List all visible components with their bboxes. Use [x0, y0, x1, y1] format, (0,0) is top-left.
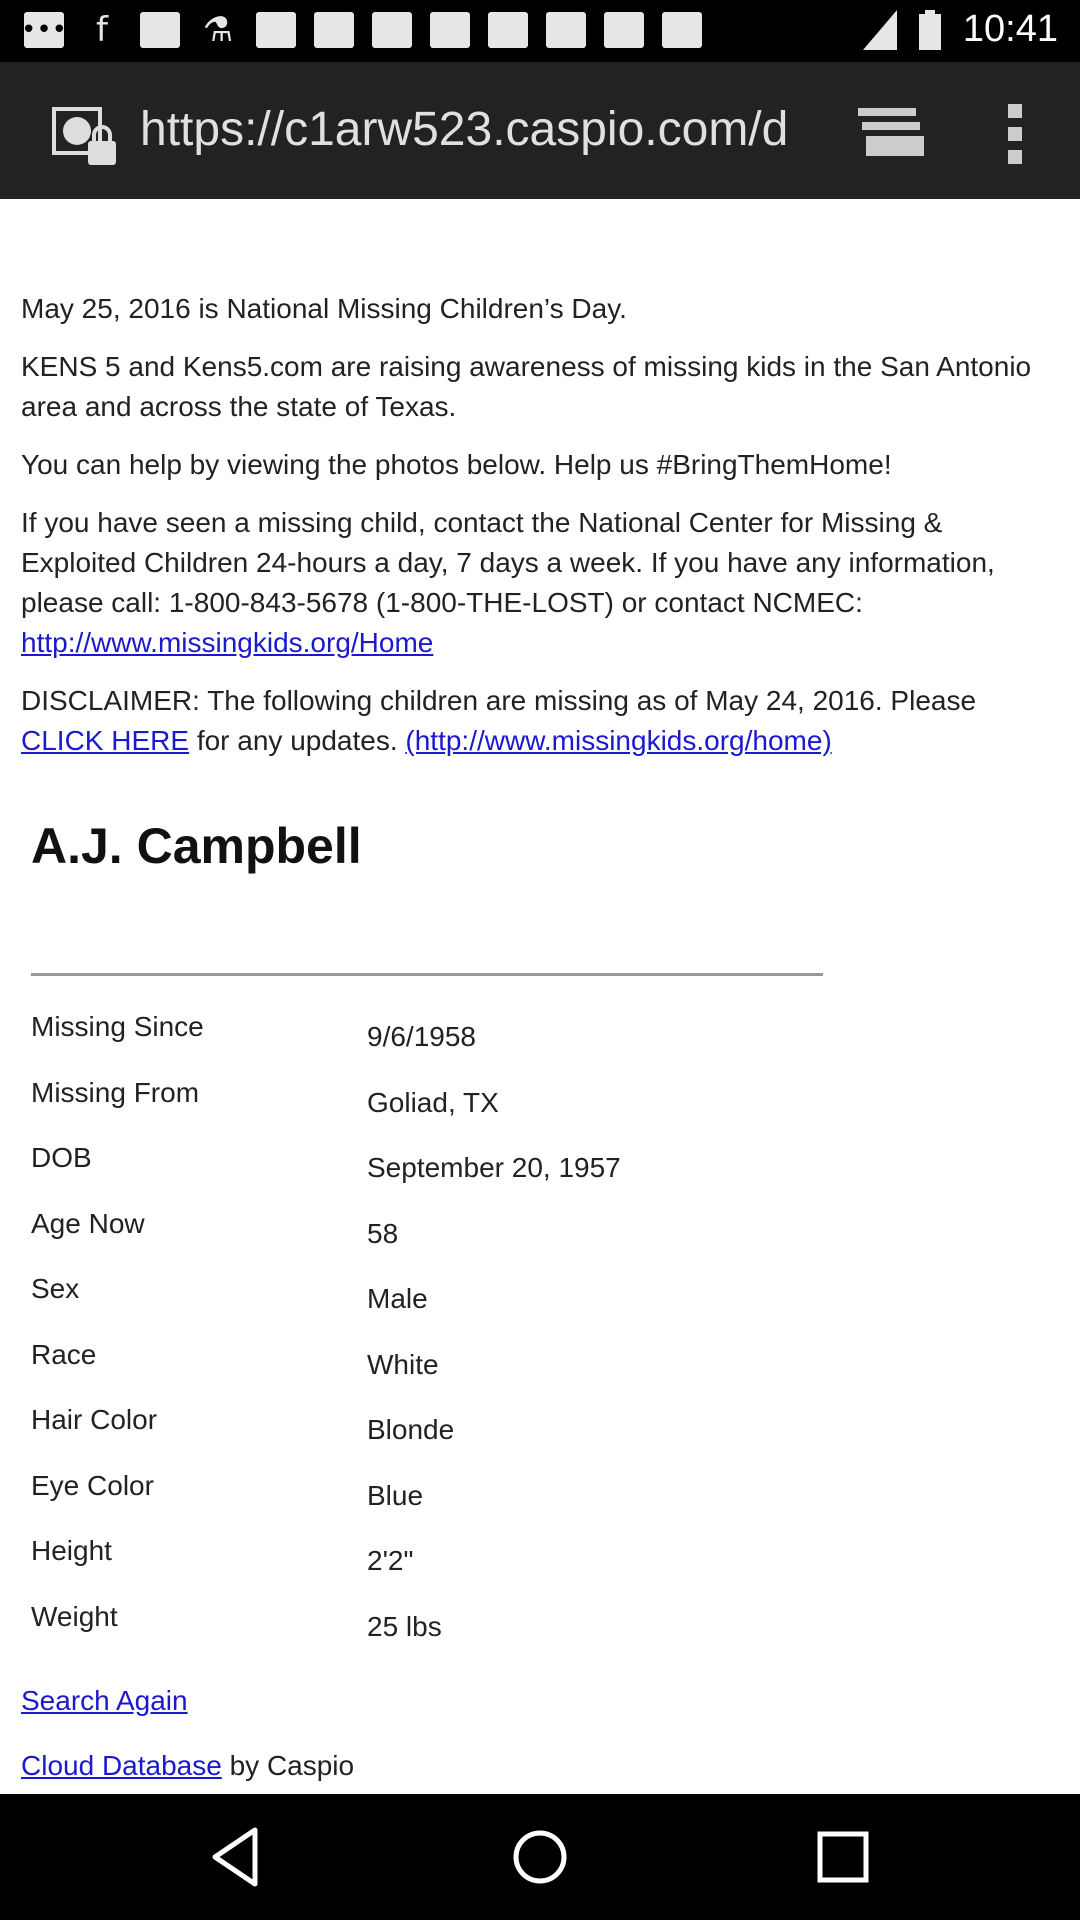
detail-row: Height 2'2" — [31, 1535, 1031, 1595]
signal-icon — [862, 9, 897, 50]
intro-p2: KENS 5 and Kens5.com are raising awarene… — [21, 351, 1032, 422]
back-icon[interactable] — [205, 1824, 271, 1890]
status-bar: ••• f ⚗ 10:41 — [0, 0, 1080, 62]
detail-label: Race — [31, 1339, 97, 1370]
detail-value: Blue — [367, 1480, 424, 1511]
detail-value: Male — [367, 1283, 428, 1314]
recents-icon[interactable] — [810, 1824, 876, 1890]
detail-row: Missing Since 9/6/1958 — [31, 1011, 1031, 1071]
image-icon — [662, 12, 702, 48]
detail-row: Age Now 58 — [31, 1208, 1031, 1268]
image-icon — [256, 12, 296, 48]
detail-label: Missing Since — [31, 1011, 204, 1042]
detail-value: 25 lbs — [367, 1611, 442, 1642]
detail-value: 2'2" — [367, 1545, 414, 1576]
image-icon — [372, 12, 412, 48]
detail-row: Missing From Goliad, TX — [31, 1077, 1031, 1137]
status-right: 10:41 — [862, 8, 1058, 51]
detail-label: Height — [31, 1535, 112, 1566]
detail-value: Goliad, TX — [367, 1087, 499, 1118]
image-icon — [430, 12, 470, 48]
disclaimer-text-2: for any updates. — [189, 725, 406, 756]
search-again-link[interactable]: Search Again — [21, 1685, 188, 1716]
detail-value: September 20, 1957 — [367, 1152, 621, 1183]
image-icon — [314, 12, 354, 48]
navigation-bar — [0, 1794, 1080, 1920]
notification-icons: ••• f ⚗ — [21, 10, 702, 50]
detail-row: Eye Color Blue — [31, 1470, 1031, 1530]
image-icon — [140, 12, 180, 48]
intro-text: May 25, 2016 is National Missing Childre… — [21, 289, 1061, 779]
tabs-icon[interactable] — [858, 108, 924, 156]
image-icon — [488, 12, 528, 48]
detail-label: DOB — [31, 1142, 92, 1173]
detail-row: Weight 25 lbs — [31, 1601, 1031, 1661]
browser-url-bar: https://c1arw523.caspio.com/d — [0, 62, 1080, 199]
overflow-menu-icon[interactable] — [1004, 104, 1028, 164]
intro-p4: If you have seen a missing child, contac… — [21, 503, 1061, 663]
by-caspio-text: by Caspio — [221, 1750, 355, 1781]
detail-value: 58 — [367, 1218, 399, 1249]
disclaimer-text: DISCLAIMER: The following children are m… — [21, 685, 977, 716]
image-icon — [546, 12, 586, 48]
missingkids-link[interactable]: http://www.missingkids.org/Home — [21, 627, 433, 658]
detail-label: Sex — [31, 1273, 80, 1304]
missingkids-home-link[interactable]: (http://www.missingkids.org/home) — [405, 725, 831, 756]
home-icon[interactable] — [507, 1824, 573, 1890]
detail-row: Hair Color Blonde — [31, 1404, 1031, 1464]
microscope-icon: ⚗ — [202, 10, 234, 50]
detail-label: Missing From — [31, 1077, 200, 1108]
secure-lock-icon — [52, 107, 116, 165]
detail-label: Weight — [31, 1601, 118, 1632]
detail-value: White — [367, 1349, 439, 1380]
detail-row: Race White — [31, 1339, 1031, 1399]
intro-p4-text: If you have seen a missing child, contac… — [21, 507, 995, 618]
facebook-icon: f — [96, 10, 108, 50]
cloud-database-link[interactable]: Cloud Database — [21, 1750, 222, 1781]
intro-p1: May 25, 2016 is National Missing Childre… — [21, 293, 627, 324]
divider — [31, 973, 823, 976]
detail-value: 9/6/1958 — [367, 1021, 476, 1052]
image-icon — [604, 12, 644, 48]
detail-row: DOB September 20, 1957 — [31, 1142, 1031, 1202]
intro-p3: You can help by viewing the photos below… — [21, 449, 892, 480]
status-time: 10:41 — [962, 8, 1058, 50]
person-name: A.J. Campbell — [31, 818, 362, 874]
detail-label: Hair Color — [31, 1404, 158, 1435]
web-content: May 25, 2016 is National Missing Childre… — [0, 199, 1080, 1794]
caspio-footer: Cloud Database by Caspio — [21, 1750, 354, 1782]
click-here-link[interactable]: CLICK HERE — [21, 725, 189, 756]
battery-icon — [918, 9, 941, 50]
message-icon: ••• — [21, 12, 67, 48]
detail-label: Eye Color — [31, 1470, 154, 1501]
detail-label: Age Now — [31, 1208, 145, 1239]
detail-row: Sex Male — [31, 1273, 1031, 1333]
url-text[interactable]: https://c1arw523.caspio.com/d — [140, 102, 810, 157]
search-again-row: Search Again — [21, 1685, 188, 1717]
disclaimer: DISCLAIMER: The following children are m… — [21, 681, 1061, 761]
detail-value: Blonde — [367, 1414, 455, 1445]
